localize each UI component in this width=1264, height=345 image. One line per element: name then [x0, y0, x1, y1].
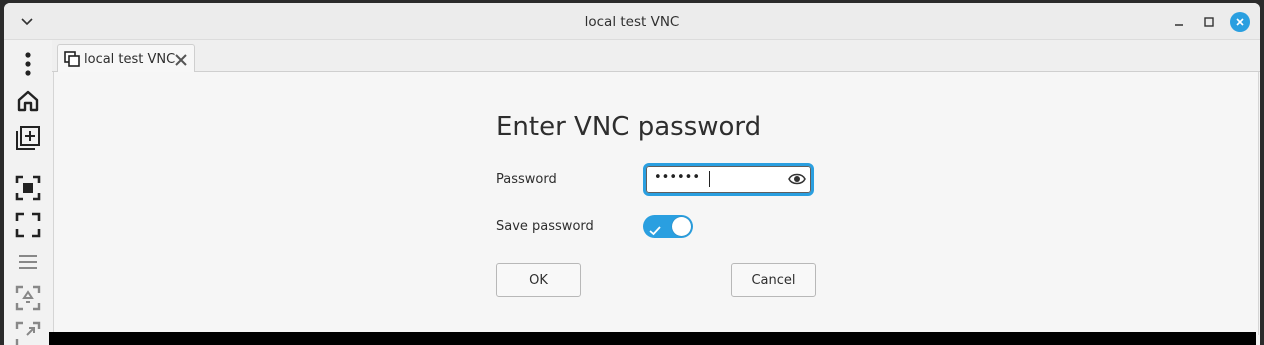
tab-local-test-vnc[interactable]: local test VNC — [57, 44, 195, 73]
close-button[interactable] — [1229, 11, 1251, 33]
maximize-icon[interactable] — [1198, 11, 1220, 33]
ok-button[interactable]: OK — [496, 263, 581, 297]
close-tab-icon[interactable] — [174, 52, 188, 66]
home-icon[interactable] — [14, 87, 42, 115]
password-label: Password — [496, 172, 557, 187]
close-icon — [1230, 12, 1250, 32]
window-icon — [64, 51, 80, 67]
password-input[interactable]: •••••• — [643, 163, 814, 196]
resize-icon[interactable] — [14, 320, 42, 345]
scaling-icon[interactable] — [14, 284, 42, 312]
save-password-toggle[interactable] — [643, 215, 693, 238]
remote-screen-area — [49, 332, 1256, 345]
save-password-label: Save password — [496, 219, 594, 234]
side-toolbar — [4, 40, 52, 345]
password-value: •••••• — [654, 170, 701, 185]
dialog-title: Enter VNC password — [496, 112, 762, 142]
new-connection-icon[interactable] — [14, 124, 42, 152]
fullscreen-icon[interactable] — [14, 211, 42, 239]
eye-icon[interactable] — [788, 171, 806, 187]
hamburger-menu-icon[interactable] — [14, 248, 42, 276]
title-bar: local test VNC — [4, 3, 1260, 40]
text-caret — [709, 171, 710, 187]
minimize-icon[interactable] — [1168, 11, 1190, 33]
tab-bar: local test VNC — [52, 40, 1260, 73]
toggle-knob — [672, 217, 691, 236]
window-title: local test VNC — [584, 14, 680, 30]
cancel-button[interactable]: Cancel — [731, 263, 816, 297]
fit-window-icon[interactable] — [14, 174, 42, 202]
password-dialog: Enter VNC password Password •••••• Save … — [53, 72, 1259, 335]
app-window: local test VNC local test VNC Enter VNC … — [4, 3, 1260, 345]
more-menu-icon[interactable] — [14, 50, 42, 78]
check-icon — [649, 221, 661, 236]
tab-label: local test VNC — [84, 52, 176, 67]
